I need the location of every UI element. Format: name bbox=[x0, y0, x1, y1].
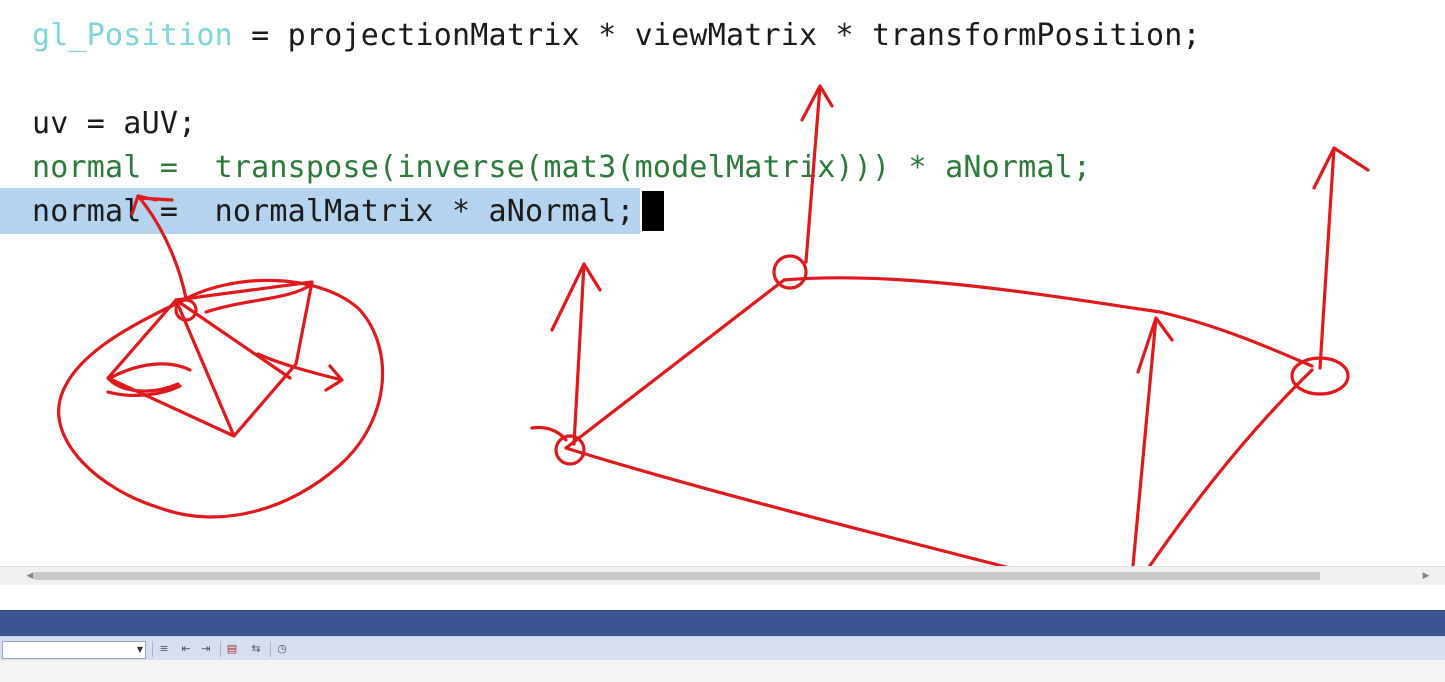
outdent-left-icon[interactable]: ⇤ bbox=[178, 641, 194, 657]
toolbar-separator bbox=[220, 641, 221, 657]
toolbar-separator bbox=[152, 641, 153, 657]
spacer bbox=[0, 585, 1445, 610]
scroll-thumb[interactable] bbox=[34, 572, 1320, 580]
normal-arrow-center bbox=[1128, 316, 1174, 600]
output-text-area[interactable] bbox=[0, 660, 1445, 682]
outdent-right-icon[interactable]: ⇥ bbox=[198, 641, 214, 657]
pointer-arrow bbox=[130, 194, 188, 300]
normal-arrow-top bbox=[800, 84, 834, 264]
scroll-right-icon[interactable]: ▶ bbox=[1418, 567, 1434, 585]
indent-icon[interactable]: ≡ bbox=[156, 641, 172, 657]
output-toolbar: ▼ ≡ ⇤ ⇥ ▤ ⇆ ◷ bbox=[0, 636, 1445, 661]
normal-arrow-left bbox=[550, 262, 602, 446]
facet-shape bbox=[106, 280, 314, 438]
facet-left-arrow bbox=[106, 376, 182, 397]
quad-edge-right bbox=[1126, 368, 1314, 600]
combo-dropdown-icon[interactable]: ▼ bbox=[135, 642, 145, 658]
quad-edge-top bbox=[564, 276, 1314, 450]
output-panel-header bbox=[0, 610, 1445, 637]
word-wrap-icon[interactable]: ⇆ bbox=[248, 641, 264, 657]
vertex-circle bbox=[772, 254, 808, 290]
sphere-outline bbox=[57, 278, 385, 519]
normal-arrow-right bbox=[1312, 146, 1370, 370]
horizontal-scrollbar[interactable]: ◀ ▶ bbox=[0, 566, 1445, 586]
facet-right-arrow bbox=[256, 352, 344, 392]
breakpoint-icon[interactable]: ▤ bbox=[224, 641, 240, 657]
output-source-select[interactable]: ▼ bbox=[2, 641, 146, 659]
clock-icon[interactable]: ◷ bbox=[274, 641, 290, 657]
toolbar-separator bbox=[270, 641, 271, 657]
